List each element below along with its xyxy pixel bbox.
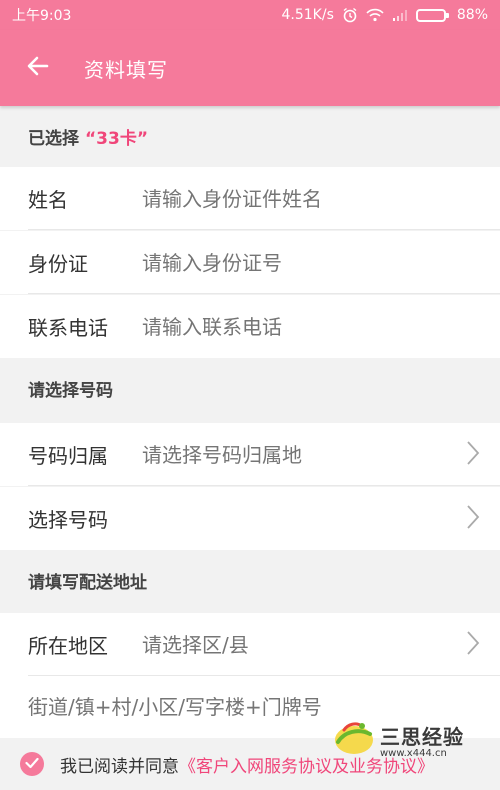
area-row[interactable]: 所在地区 (0, 613, 500, 676)
id-input[interactable] (142, 250, 500, 275)
divider (28, 293, 500, 294)
agreement-text: 我已阅读并同意 (60, 756, 179, 777)
check-icon (25, 754, 39, 774)
name-row[interactable]: 姓名 (0, 167, 500, 230)
agreement-bar: 我已阅读并同意 《客户入网服务协议及业务协议》 (0, 738, 500, 790)
agreement-link[interactable]: 《客户入网服务协议及业务协议》 (179, 752, 434, 777)
address-section-header: 请填写配送地址 (28, 572, 147, 593)
select-number-label: 选择号码 (28, 508, 108, 532)
number-region-label: 号码归属 (28, 444, 108, 468)
chevron-right-icon (466, 630, 480, 660)
area-select[interactable] (142, 632, 500, 657)
alarm-icon (342, 7, 358, 23)
number-region-row[interactable]: 号码归属 (0, 423, 500, 486)
agree-checkbox[interactable] (20, 752, 44, 776)
selected-card-header: 已选择 “33卡” (0, 106, 500, 166)
network-speed: 4.51K/s (281, 7, 334, 23)
street-input[interactable] (28, 695, 468, 719)
app-bar: 资料填写 (0, 30, 500, 106)
arrow-left-icon (25, 53, 51, 83)
divider (28, 485, 500, 486)
signal-icon (392, 9, 408, 21)
id-row[interactable]: 身份证 (0, 231, 500, 294)
phone-row[interactable]: 联系电话 (0, 295, 500, 358)
id-label: 身份证 (28, 252, 88, 276)
chevron-right-icon (466, 504, 480, 534)
name-input[interactable] (142, 186, 500, 211)
selected-prefix: 已选择 (28, 128, 79, 149)
chevron-right-icon (466, 440, 480, 470)
name-label: 姓名 (28, 188, 68, 212)
status-time: 上午9:03 (12, 8, 72, 24)
wifi-icon (366, 8, 384, 22)
phone-label: 联系电话 (28, 316, 108, 340)
number-section-header: 请选择号码 (28, 380, 113, 401)
page-title: 资料填写 (84, 57, 168, 82)
area-label: 所在地区 (28, 634, 108, 658)
back-button[interactable] (0, 30, 76, 106)
battery-percent: 88% (456, 7, 488, 23)
phone-input[interactable] (142, 314, 500, 339)
divider (28, 229, 500, 230)
number-region-select[interactable] (142, 442, 500, 467)
select-number-row[interactable]: 选择号码 (0, 487, 500, 550)
battery-icon (415, 8, 449, 22)
street-row[interactable] (0, 676, 500, 738)
selected-card-name: “33卡” (85, 128, 149, 149)
status-bar: 上午9:03 4.51K/s 88% (0, 0, 500, 30)
